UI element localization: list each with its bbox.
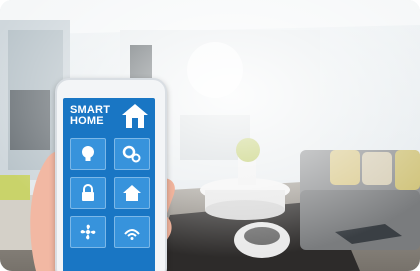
lock-icon bbox=[82, 184, 94, 201]
home-tile-button[interactable] bbox=[114, 177, 150, 209]
light-bulb-icon bbox=[82, 146, 94, 161]
light-tile-button[interactable] bbox=[70, 138, 106, 170]
app-title: SMART HOME bbox=[70, 105, 110, 127]
smart-home-photo: SMART HOME bbox=[0, 0, 420, 271]
gears-icon bbox=[122, 145, 141, 163]
house-logo-icon bbox=[122, 104, 148, 128]
settings-tile-button[interactable] bbox=[114, 138, 150, 170]
fan-tile-button[interactable] bbox=[70, 216, 106, 248]
lock-tile-button[interactable] bbox=[70, 177, 106, 209]
smart-home-app-screen: SMART HOME bbox=[63, 98, 155, 271]
wifi-tile-button[interactable] bbox=[114, 216, 150, 248]
fan-icon bbox=[80, 224, 96, 240]
wifi-icon bbox=[124, 229, 140, 240]
home-icon bbox=[123, 185, 141, 201]
smartphone: SMART HOME bbox=[55, 78, 167, 271]
app-title-line2: HOME bbox=[70, 115, 104, 127]
